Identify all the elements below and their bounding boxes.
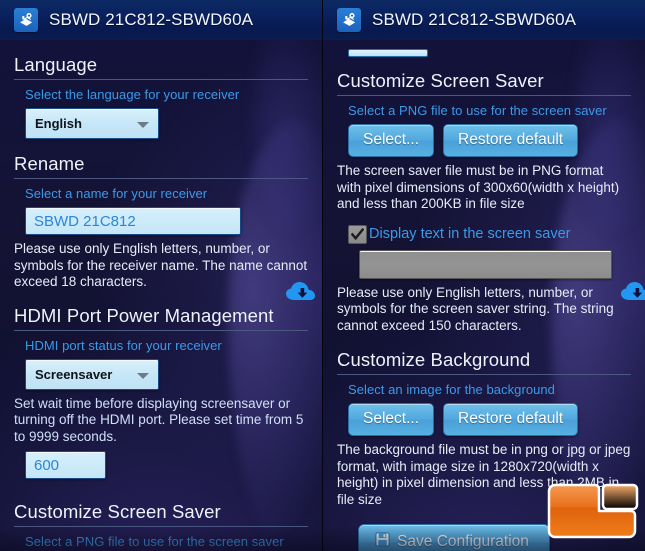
left-content: Language Select the language for your re… [0,54,322,551]
right-window-title: SBWD 21C812-SBWD60A [372,9,577,29]
language-sub-label: Select the language for your receiver [25,87,240,102]
section-heading-rename: Rename [14,153,308,179]
customize-screen-saver-sub-label: Select a PNG file to use for the screen … [348,103,607,118]
save-configuration-button[interactable]: Save Configuration [358,524,550,551]
screen-saver-text-input[interactable] [359,249,612,279]
hdmi-sub-label: HDMI port status for your receiver [25,337,222,353]
chevron-down-icon [137,372,149,379]
screen-saver-button-row: Select... Restore default [348,124,631,157]
rename-help-text: Please use only English letters, number,… [14,241,308,289]
screen-saver-string-help: Please use only English letters, number,… [337,284,614,333]
save-configuration-label: Save Configuration [397,533,529,550]
language-dropdown[interactable]: English [25,108,159,139]
language-dropdown-value: English [35,116,82,131]
section-heading-customize-screen-saver: Customize Screen Saver [337,70,631,96]
floppy-save-icon [375,532,390,551]
background-button-row: Select... Restore default [348,403,631,436]
display-text-checkbox-row[interactable]: Display text in the screen saver [348,224,631,244]
receiver-device-icon [14,7,38,32]
section-heading-language: Language [14,54,308,80]
screen-saver-restore-button[interactable]: Restore default [443,124,579,157]
receiver-device-icon [337,7,361,32]
hdmi-help-text: Set wait time before displaying screensa… [14,395,304,444]
orange-blocks-logo [547,483,639,545]
hdmi-status-dropdown[interactable]: Screensaver [25,358,159,390]
right-title-bar: SBWD 21C812-SBWD60A [323,0,645,40]
wait-time-input[interactable]: 600 [25,451,106,479]
background-restore-button[interactable]: Restore default [443,403,579,436]
left-window-title: SBWD 21C812-SBWD60A [49,9,254,29]
background-select-button[interactable]: Select... [348,403,434,436]
hdmi-status-value: Screensaver [35,366,113,382]
display-text-checkbox-label: Display text in the screen saver [369,226,571,242]
screen-saver-sub-label: Select a PNG file to use for the screen … [25,534,284,549]
left-title-bar: SBWD 21C812-SBWD60A [0,0,322,40]
scrolled-input-top-edge[interactable] [348,49,428,57]
receiver-name-value: SBWD 21C812 [34,212,136,230]
chevron-down-icon [137,122,149,128]
right-panel: SBWD 21C812-SBWD60A Customize Screen Sav… [323,0,645,551]
section-heading-hdmi: HDMI Port Power Management [14,305,308,331]
wait-time-value: 600 [34,456,60,474]
screen-saver-select-button[interactable]: Select... [348,124,434,157]
checkmark-icon [351,227,364,240]
section-heading-screen-saver: Customize Screen Saver [14,501,308,527]
section-heading-customize-background: Customize Background [337,349,631,375]
display-text-checkbox[interactable] [348,224,367,244]
cloud-download-icon[interactable] [620,280,645,304]
cloud-download-icon[interactable] [285,280,319,304]
customize-background-sub-label: Select an image for the background [348,382,555,397]
left-panel: SBWD 21C812-SBWD60A Language Select the … [0,0,322,551]
rename-sub-label: Select a name for your receiver [25,186,208,201]
receiver-name-input[interactable]: SBWD 21C812 [25,207,241,235]
screen-saver-file-help: The screen saver file must be in PNG for… [337,163,620,211]
right-content: Customize Screen Saver Select a PNG file… [323,49,645,551]
app-window: SBWD 21C812-SBWD60A Language Select the … [0,0,645,551]
